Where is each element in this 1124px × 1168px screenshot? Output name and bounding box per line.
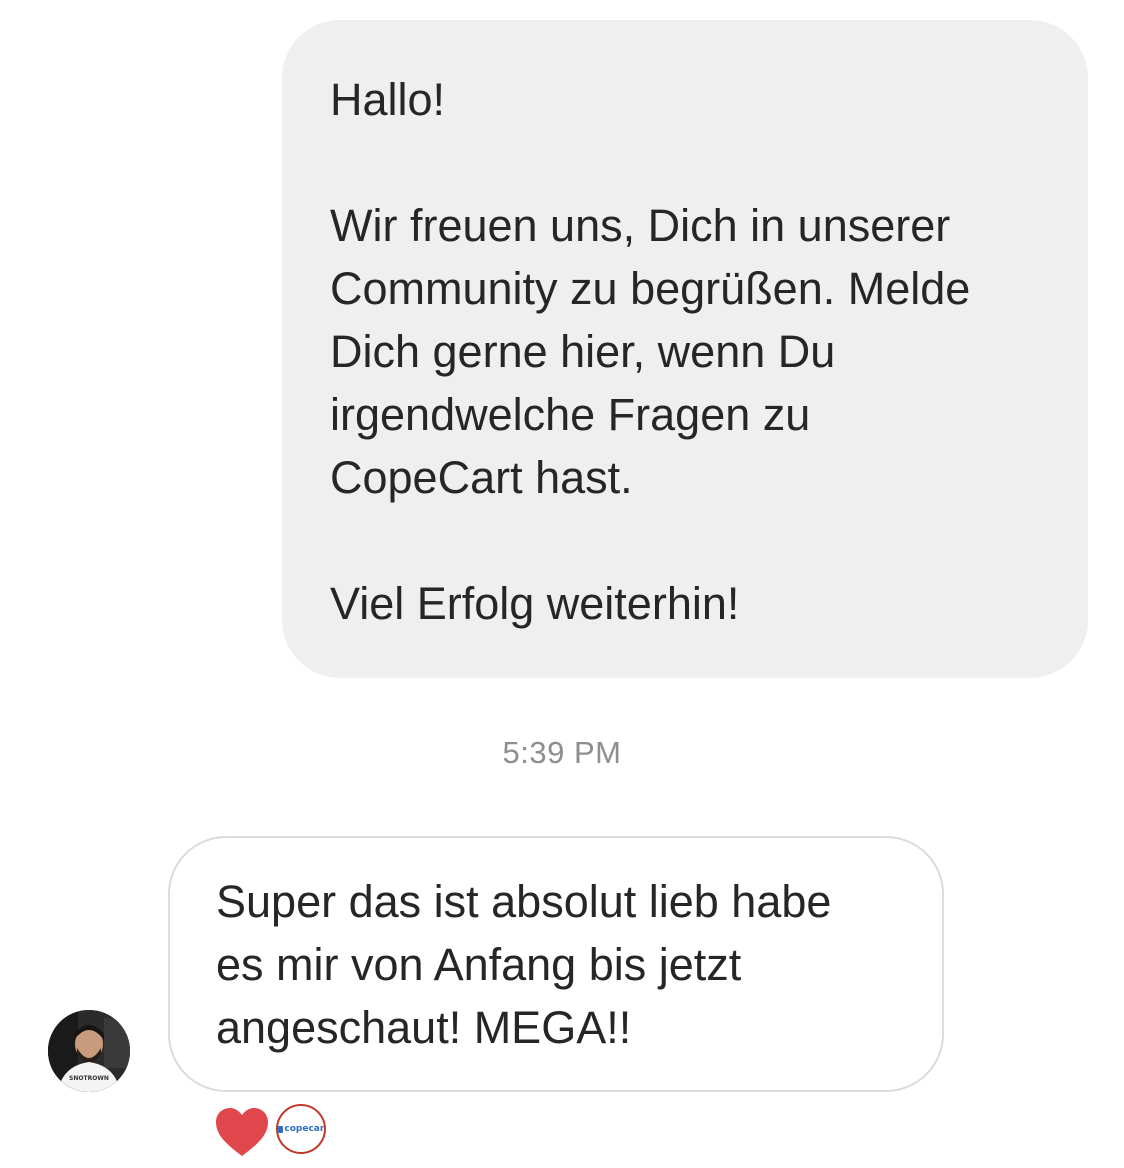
message-line: irgendwelche Fragen zu bbox=[330, 389, 811, 440]
avatar-photo: SNOTROWN bbox=[48, 1010, 130, 1092]
message-timestamp: 5:39 PM bbox=[502, 735, 622, 770]
message-line: Community zu begrüßen. Melde bbox=[330, 263, 971, 314]
incoming-message-bubble[interactable]: Super das ist absolut lieb habe es mir v… bbox=[168, 836, 944, 1092]
outgoing-message-bubble[interactable]: Hallo! Wir freuen uns, Dich in unserer C… bbox=[282, 20, 1088, 678]
heart-reaction-icon[interactable] bbox=[214, 1106, 270, 1158]
user-avatar-icon[interactable]: SNOTROWN bbox=[48, 1010, 130, 1092]
message-line: angeschaut! MEGA!! bbox=[216, 1002, 632, 1053]
message-line: CopeCart hast. bbox=[330, 452, 633, 503]
message-line: Viel Erfolg weiterhin! bbox=[330, 578, 740, 629]
message-line: Hallo! bbox=[330, 74, 446, 125]
logo-mark bbox=[278, 1125, 284, 1133]
message-line: Dich gerne hier, wenn Du bbox=[330, 326, 836, 377]
message-line: Wir freuen uns, Dich in unserer bbox=[330, 200, 951, 251]
message-line: Super das ist absolut lieb habe bbox=[216, 876, 832, 927]
message-reactions[interactable]: copecart bbox=[214, 1104, 334, 1160]
message-line: es mir von Anfang bis jetzt bbox=[216, 939, 742, 990]
avatar-shirt-text: SNOTROWN bbox=[69, 1075, 109, 1082]
copecart-logo-icon: copecart bbox=[278, 1124, 326, 1134]
reactor-avatar-icon[interactable]: copecart bbox=[276, 1104, 326, 1154]
reactor-logo-text: copecart bbox=[284, 1124, 326, 1134]
